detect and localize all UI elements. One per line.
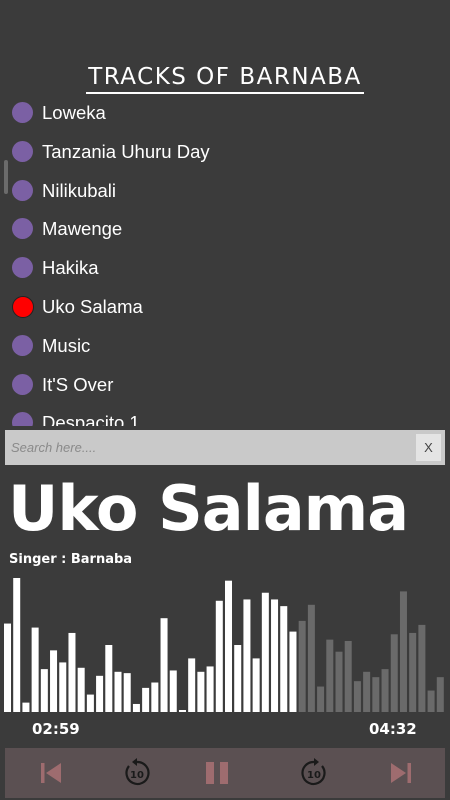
track-item[interactable]: Uko Salama xyxy=(0,288,440,326)
visualizer-bar xyxy=(13,578,21,712)
visualizer-bar xyxy=(188,658,196,712)
visualizer-bar xyxy=(399,591,407,712)
visualizer-bar xyxy=(4,623,12,712)
visualizer-bar xyxy=(436,677,444,712)
visualizer-bar xyxy=(40,669,48,712)
visualizer-bar xyxy=(50,650,58,712)
audio-visualizer xyxy=(4,578,444,712)
track-label: Mawenge xyxy=(42,218,123,240)
visualizer-bar xyxy=(335,651,343,712)
visualizer-bar xyxy=(123,673,131,712)
track-item[interactable]: It'S Over xyxy=(0,366,440,404)
previous-button[interactable] xyxy=(35,757,67,789)
visualizer-bar xyxy=(178,710,186,712)
visualizer-bar xyxy=(169,670,177,712)
visualizer-bar xyxy=(31,627,39,712)
rewind-10-button[interactable]: 10 xyxy=(121,757,153,789)
visualizer-bar xyxy=(326,639,334,712)
visualizer-bar xyxy=(363,671,371,712)
forward-10-icon: 10 xyxy=(301,758,326,786)
forward-10-button[interactable]: 10 xyxy=(298,757,330,789)
replay-10-icon: 10 xyxy=(125,758,150,786)
visualizer-bar xyxy=(289,631,297,712)
track-bullet xyxy=(12,179,33,201)
visualizer-bar xyxy=(114,671,122,712)
track-bullet xyxy=(12,218,33,240)
search-input[interactable] xyxy=(5,430,405,465)
current-time: 02:59 xyxy=(32,720,80,738)
player-controls: 10 10 xyxy=(5,748,445,798)
track-label: Hakika xyxy=(42,257,99,279)
visualizer-bar xyxy=(307,604,315,712)
svg-text:10: 10 xyxy=(307,770,321,781)
track-item[interactable]: Loweka xyxy=(0,94,440,132)
track-item[interactable]: Despacito 1 xyxy=(0,404,440,426)
track-label: Nilikubali xyxy=(42,179,117,201)
visualizer-bar xyxy=(243,599,251,712)
page-title: TRACKS OF BARNABA xyxy=(86,64,364,94)
now-playing-title: Uko Salama xyxy=(8,472,409,545)
visualizer-bar xyxy=(96,675,104,712)
visualizer-bar xyxy=(317,686,325,712)
visualizer-bar xyxy=(344,640,352,712)
track-bullet xyxy=(12,412,33,426)
track-item[interactable]: Nilikubali xyxy=(0,172,440,210)
track-item[interactable]: Tanzania Uhuru Day xyxy=(0,133,440,171)
track-bullet xyxy=(12,257,33,279)
visualizer-bar xyxy=(353,681,361,712)
visualizer-bar xyxy=(142,687,150,712)
track-item[interactable]: Mawenge xyxy=(0,210,440,248)
visualizer-bar xyxy=(197,671,205,712)
track-item[interactable]: Hakika xyxy=(0,249,440,287)
track-label: Uko Salama xyxy=(42,296,143,317)
singer-label: Singer : Barnaba xyxy=(9,552,133,567)
visualizer-bar xyxy=(390,634,398,712)
visualizer-bar xyxy=(261,592,269,712)
track-label: Despacito 1 xyxy=(42,412,140,426)
visualizer-bar xyxy=(418,624,426,712)
visualizer-bar xyxy=(77,667,85,712)
total-time: 04:32 xyxy=(369,720,417,738)
skip-previous-icon xyxy=(41,763,61,783)
track-label: Loweka xyxy=(42,102,106,123)
track-list[interactable]: Loweka Tanzania Uhuru Day Nilikubali Maweng… xyxy=(0,92,450,426)
visualizer-bar xyxy=(132,703,140,712)
playing-indicator xyxy=(12,296,34,318)
visualizer-bar xyxy=(225,580,233,712)
track-label: It'S Over xyxy=(42,373,114,395)
next-button[interactable] xyxy=(385,757,417,789)
search-bar: X xyxy=(5,430,445,465)
visualizer-bar xyxy=(86,694,94,712)
visualizer-bar xyxy=(22,702,30,712)
track-bullet xyxy=(12,140,33,162)
visualizer-bar xyxy=(372,677,380,712)
visualizer-bar xyxy=(59,662,67,712)
visualizer-bar xyxy=(105,645,113,712)
visualizer-bar xyxy=(151,682,159,712)
pause-icon xyxy=(206,762,228,784)
visualizer-bar xyxy=(215,600,223,712)
visualizer-bar xyxy=(252,658,260,712)
track-bullet xyxy=(12,373,33,395)
visualizer-bar xyxy=(234,645,242,712)
visualizer-bar xyxy=(280,606,288,712)
visualizer-bar xyxy=(160,618,168,712)
track-bullet xyxy=(12,102,33,123)
visualizer-bar xyxy=(68,632,76,712)
visualizer-bar xyxy=(409,632,417,712)
track-bullet xyxy=(12,334,33,356)
svg-text:10: 10 xyxy=(130,770,144,781)
track-label: Tanzania Uhuru Day xyxy=(42,140,210,162)
page-title-wrap: TRACKS OF BARNABA xyxy=(0,64,450,94)
track-label: Music xyxy=(42,334,91,356)
track-item[interactable]: Music xyxy=(0,327,440,365)
visualizer-bar xyxy=(381,669,389,712)
skip-next-icon xyxy=(391,763,411,783)
visualizer-bar xyxy=(298,620,306,712)
clear-search-button[interactable]: X xyxy=(416,434,441,461)
visualizer-bar xyxy=(427,690,435,712)
visualizer-bar xyxy=(206,666,214,712)
visualizer-bar xyxy=(271,599,279,712)
pause-button[interactable] xyxy=(201,757,233,789)
